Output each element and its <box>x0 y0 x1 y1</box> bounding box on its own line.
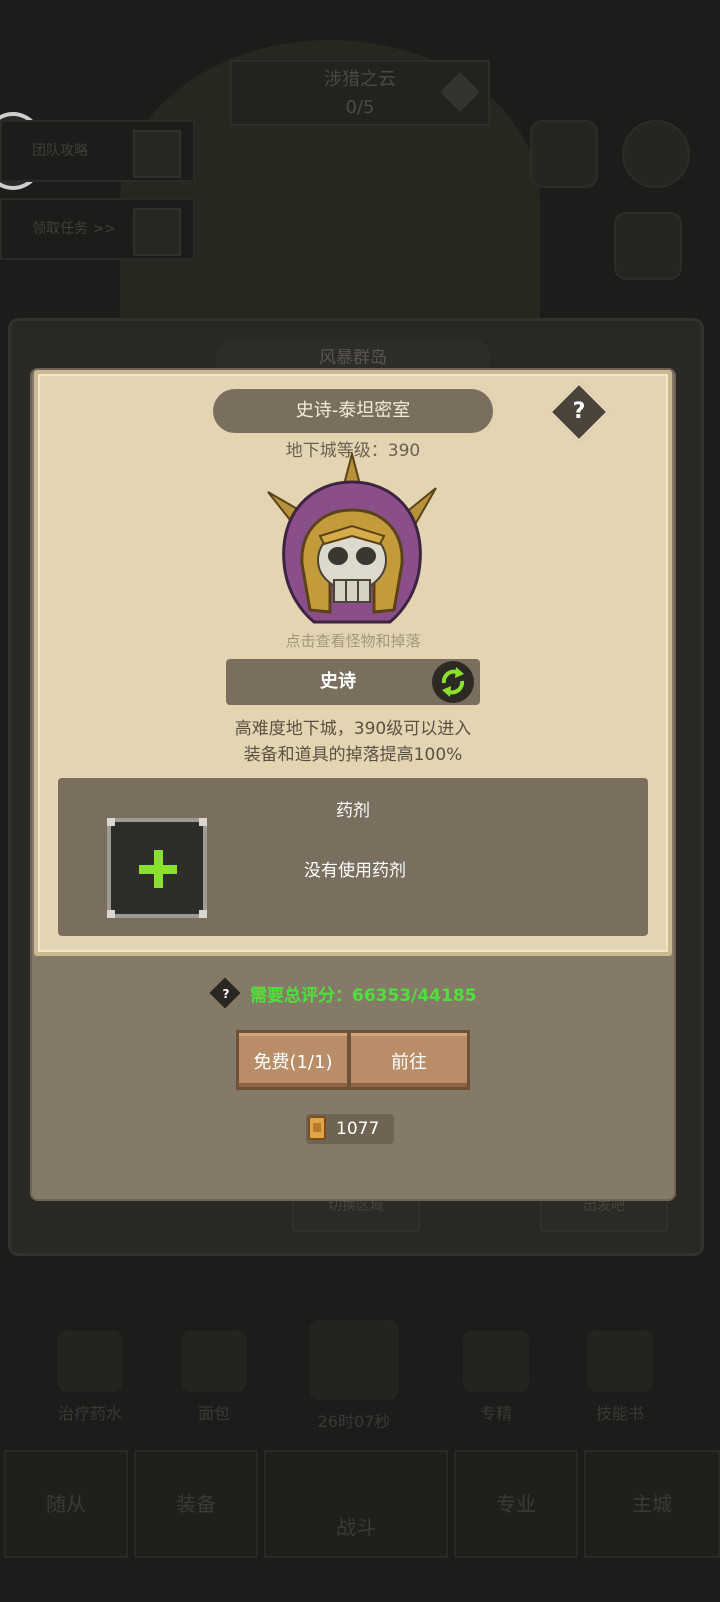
switch-difficulty-button[interactable] <box>432 661 474 703</box>
monster-drop-hint[interactable]: 点击查看怪物和掉落 <box>0 630 706 651</box>
bg-task-1-label: 团队攻略 <box>32 143 88 159</box>
bg-item-skillbook: 技能书 <box>570 1330 670 1424</box>
bg-item-spec-icon <box>463 1330 529 1392</box>
required-score: 需要总评分：66353/44185 <box>250 986 477 1006</box>
score-help-button[interactable]: ? <box>214 982 238 1006</box>
bg-item-timer-label: 26时07秒 <box>317 1412 391 1431</box>
bg-nav-equipment: 装备 <box>134 1450 258 1558</box>
bg-item-bread-label: 面包 <box>197 1404 230 1423</box>
bg-nav-battle: 战斗 <box>264 1450 448 1558</box>
bg-banner: 涉猎之云 0/5 <box>230 60 490 126</box>
slot-corner <box>107 818 115 826</box>
bg-scroll-icon <box>614 212 682 280</box>
bg-task-1: 团队攻略 <box>0 120 195 182</box>
bg-nav-city: 主城 <box>584 1450 720 1558</box>
bg-gear-icon <box>622 120 690 188</box>
bg-item-timer-icon <box>309 1320 399 1400</box>
dungeon-title: 史诗-泰坦密室 <box>213 389 493 433</box>
slot-corner <box>199 910 207 918</box>
bg-item-potion-icon <box>57 1330 123 1392</box>
monster-helmet-icon[interactable] <box>262 450 442 632</box>
bg-task-1-icon <box>133 130 181 178</box>
bg-task-2-label: 领取任务 >> <box>32 221 116 237</box>
bg-item-skillbook-icon <box>587 1330 653 1392</box>
bg-item-spec-label: 专精 <box>479 1404 512 1423</box>
bg-item-spec: 专精 <box>446 1330 546 1424</box>
potion-empty-text: 没有使用药剂 <box>304 861 406 881</box>
plus-icon-vertical <box>154 850 163 888</box>
bg-item-bread: 面包 <box>164 1330 264 1424</box>
bg-nav-followers: 随从 <box>4 1450 128 1558</box>
bg-item-potion-label: 治疗药水 <box>57 1404 122 1423</box>
free-button[interactable]: 免费(1/1) <box>236 1030 350 1090</box>
bg-item-bread-icon <box>181 1330 247 1392</box>
scroll-ticket-icon <box>306 1114 328 1142</box>
bg-item-timer: 26时07秒 <box>304 1320 404 1432</box>
slot-corner <box>199 818 207 826</box>
bg-task-2-icon <box>133 208 181 256</box>
dungeon-desc-line1: 高难度地下城，390级可以进入 <box>234 719 472 739</box>
add-potion-button[interactable] <box>107 818 207 918</box>
bg-nav-profession: 专业 <box>454 1450 578 1558</box>
bg-item-skillbook-label: 技能书 <box>595 1404 644 1423</box>
potion-title: 药剂 <box>336 801 370 821</box>
bg-raid-icon <box>530 120 598 188</box>
bg-task-2: 领取任务 >> <box>0 198 195 260</box>
slot-corner <box>107 910 115 918</box>
help-button[interactable]: ? <box>558 391 600 433</box>
cycle-icon <box>441 667 465 697</box>
bg-item-potion: 治疗药水 <box>40 1330 140 1424</box>
go-button[interactable]: 前往 <box>348 1030 470 1090</box>
dungeon-desc-line2: 装备和道具的掉落提高100% <box>243 745 463 765</box>
